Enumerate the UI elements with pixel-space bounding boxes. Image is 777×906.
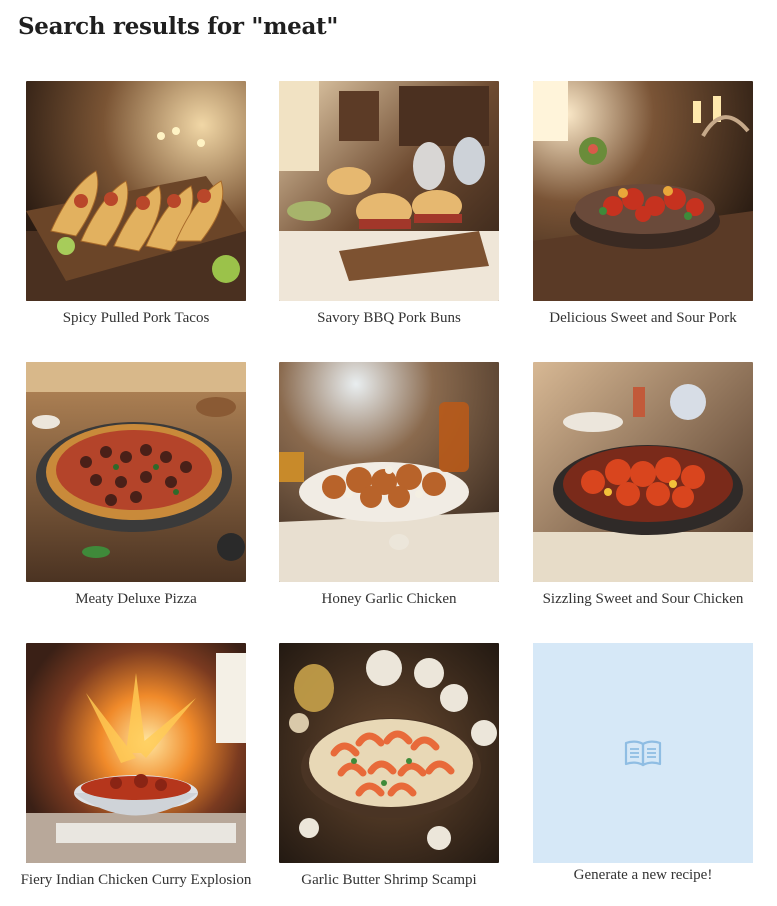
recipe-image[interactable] [26, 362, 246, 582]
open-book-icon [624, 740, 662, 767]
tacos-image [26, 81, 246, 301]
recipe-title[interactable]: Savory BBQ Pork Buns [272, 310, 506, 327]
sweet-sour-chicken-image [533, 362, 753, 582]
recipe-title[interactable]: Fiery Indian Chicken Curry Explosion [19, 872, 253, 889]
generate-recipe-tile[interactable] [533, 643, 753, 863]
recipe-title[interactable]: Honey Garlic Chicken [272, 591, 506, 608]
recipe-image[interactable] [26, 81, 246, 301]
recipe-image[interactable] [279, 643, 499, 863]
recipe-title[interactable]: Meaty Deluxe Pizza [19, 591, 253, 608]
recipe-image[interactable] [279, 81, 499, 301]
honey-garlic-chicken-image [279, 362, 499, 582]
curry-explosion-image [26, 643, 246, 863]
recipe-title[interactable]: Sizzling Sweet and Sour Chicken [526, 591, 760, 608]
results-grid: Spicy Pulled Pork Tacos Savory BBQ Pork … [0, 0, 777, 906]
generate-recipe-label[interactable]: Generate a new recipe! [526, 867, 760, 884]
recipe-title[interactable]: Spicy Pulled Pork Tacos [19, 310, 253, 327]
shrimp-scampi-image [279, 643, 499, 863]
pizza-image [26, 362, 246, 582]
recipe-title[interactable]: Garlic Butter Shrimp Scampi [272, 872, 506, 889]
recipe-image[interactable] [26, 643, 246, 863]
sweet-sour-pork-image [533, 81, 753, 301]
recipe-title[interactable]: Delicious Sweet and Sour Pork [526, 310, 760, 327]
recipe-image[interactable] [279, 362, 499, 582]
recipe-image[interactable] [533, 362, 753, 582]
recipe-image[interactable] [533, 81, 753, 301]
pork-buns-image [279, 81, 499, 301]
